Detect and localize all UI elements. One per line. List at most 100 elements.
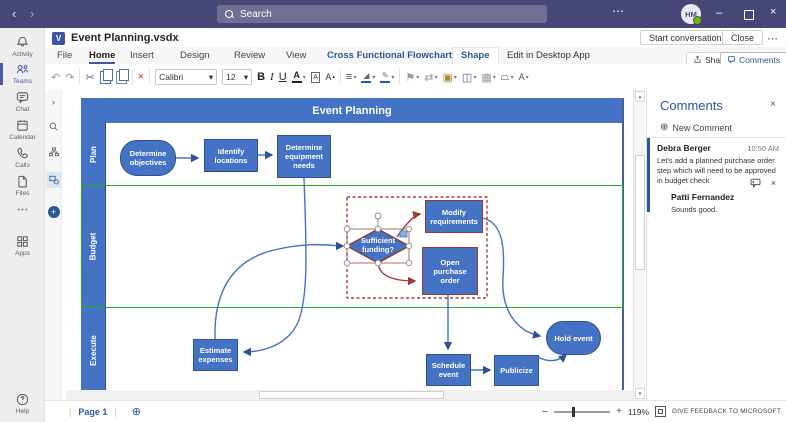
shape-outline-button[interactable]: ⏢▾ [501, 71, 514, 84]
shape-label: Schedule event [428, 361, 469, 379]
redo-button[interactable]: ↷ [65, 71, 74, 84]
position-button[interactable]: ⚑▾ [405, 71, 419, 84]
zoom-in-button[interactable]: + [616, 406, 622, 417]
text-warning-button[interactable]: A▾ [519, 72, 529, 82]
comment-reply[interactable]: Patti Fernandez Sounds good. [671, 192, 779, 215]
comment-author: Debra Berger [657, 143, 711, 153]
shape-estimate-expenses[interactable]: Estimate expenses [193, 339, 238, 371]
font-size-select[interactable]: 12▾ [222, 69, 252, 85]
file-more-options-icon[interactable]: ⋯ [767, 32, 778, 45]
font-name-select[interactable]: Calibri▾ [155, 69, 217, 85]
reply-icon[interactable] [750, 178, 761, 188]
new-comment-button[interactable]: ⊕ New Comment [660, 122, 732, 133]
text-block-button[interactable]: A [311, 72, 321, 83]
undo-button[interactable]: ↶ [51, 71, 60, 84]
tab-shape[interactable]: Shape [452, 47, 499, 64]
teams-sidebar: Activity Teams Chat Calendar Calls Files [0, 28, 45, 422]
zoom-level[interactable]: 119% [628, 407, 649, 417]
start-conversation-button[interactable]: Start conversation [640, 30, 731, 45]
tab-design[interactable]: Design [180, 50, 210, 61]
fit-to-window-icon[interactable] [655, 406, 666, 417]
sidebar-item-activity[interactable]: Activity [0, 33, 45, 60]
bold-button[interactable]: B [257, 71, 265, 83]
avatar[interactable]: HM [681, 4, 701, 24]
vertical-scroll-thumb[interactable] [635, 155, 645, 270]
grow-font-button[interactable]: A▴ [325, 72, 335, 82]
zoom-slider[interactable] [554, 411, 610, 413]
rotate-handle[interactable] [375, 213, 381, 219]
more-options-icon[interactable]: ⋯ [612, 4, 625, 18]
add-shapes-button[interactable]: + [46, 204, 61, 220]
tab-file[interactable]: File [57, 50, 72, 61]
vertical-scrollbar[interactable]: ▴ ▾ [633, 90, 645, 400]
chevron-down-icon: ▾ [454, 74, 457, 81]
shape-publicize[interactable]: Publicize [494, 355, 539, 386]
delete-button[interactable]: × [138, 71, 144, 83]
container-button[interactable]: ◫▾ [462, 71, 476, 84]
tab-review[interactable]: Review [234, 50, 265, 61]
add-page-button[interactable]: ⊕ [132, 405, 141, 418]
nav-back-icon[interactable]: ‹ [12, 6, 16, 21]
close-comments-icon[interactable]: × [770, 99, 776, 110]
sidebar-item-label: Help [16, 408, 29, 415]
change-shape-button[interactable]: ▣▾ [442, 71, 456, 84]
shape-modify-requirements[interactable]: Modify requirements [425, 200, 483, 233]
window-close-button[interactable]: × [770, 7, 776, 18]
scroll-up-icon[interactable]: ▴ [635, 91, 645, 102]
cut-button[interactable]: ✂ [85, 71, 94, 84]
tab-cross-functional-flowchart[interactable]: Cross Functional Flowchart [327, 50, 452, 61]
fill-color-button[interactable]: ◢ ▾ [361, 71, 375, 84]
window-minimize-button[interactable]: – [716, 8, 722, 19]
zoom-out-button[interactable]: − [542, 406, 548, 418]
zoom-slider-thumb[interactable] [572, 407, 575, 417]
shape-identify-locations[interactable]: Identify locations [204, 139, 258, 172]
window-maximize-button[interactable] [744, 10, 754, 20]
sidebar-item-chat[interactable]: Chat [0, 88, 45, 115]
diagram-parts-button[interactable] [46, 144, 61, 160]
edit-in-desktop-app-button[interactable]: Edit in Desktop App [507, 50, 590, 61]
lane-header-budget[interactable]: Budget [81, 185, 106, 308]
paste-button[interactable] [116, 71, 127, 84]
visio-left-rail: › + [45, 90, 62, 400]
sidebar-item-more[interactable] [0, 200, 45, 218]
page-tab[interactable]: Page 1 [78, 407, 107, 417]
italic-button[interactable]: I [270, 71, 274, 83]
horizontal-scrollbar[interactable] [66, 390, 633, 400]
arrange-button[interactable]: ⇄▾ [424, 71, 437, 84]
copy-button[interactable] [100, 71, 111, 84]
font-color-button[interactable]: A ▾ [292, 71, 306, 84]
flowchart-title-shape[interactable]: Event Planning [81, 98, 623, 123]
feedback-link[interactable]: GIVE FEEDBACK TO MICROSOFT [672, 408, 781, 415]
line-color-button[interactable]: ✎ ▾ [380, 71, 394, 84]
lane-header-execute[interactable]: Execute [81, 308, 106, 392]
sidebar-item-files[interactable]: Files [0, 172, 45, 199]
horizontal-scroll-thumb[interactable] [259, 391, 444, 399]
shape-hold-event[interactable]: Hold event [546, 321, 601, 355]
sidebar-item-teams[interactable]: Teams [0, 60, 45, 87]
shape-open-purchase-order[interactable]: Open purchase order [422, 247, 478, 295]
search-input[interactable]: Search [217, 5, 547, 23]
align-text-button[interactable]: ≡▾ [346, 71, 356, 83]
group-button[interactable]: ▦▾ [481, 71, 495, 84]
nav-forward-icon[interactable]: › [30, 6, 34, 21]
shapes-icon [48, 174, 60, 186]
shape-search-button[interactable] [46, 118, 61, 134]
close-file-button[interactable]: Close [722, 30, 763, 45]
shape-determine-equipment-needs[interactable]: Determine equipment needs [277, 135, 331, 178]
sidebar-item-calls[interactable]: Calls [0, 144, 45, 171]
underline-button[interactable]: U [279, 71, 287, 83]
scroll-down-icon[interactable]: ▾ [635, 388, 645, 399]
tab-insert[interactable]: Insert [130, 50, 154, 61]
sidebar-item-help[interactable]: Help [0, 390, 45, 417]
tab-home[interactable]: Home [89, 50, 115, 64]
drawing-canvas[interactable]: Event Planning Plan Budget Execute Deter… [62, 90, 645, 400]
lane-header-plan[interactable]: Plan [81, 123, 106, 185]
tab-view[interactable]: View [286, 50, 306, 61]
delete-comment-icon[interactable]: × [771, 178, 776, 188]
sidebar-item-apps[interactable]: Apps [0, 232, 45, 259]
sidebar-item-calendar[interactable]: Calendar [0, 116, 45, 143]
shape-determine-objectives[interactable]: Determine objectives [120, 140, 176, 176]
shapes-stencil-button[interactable] [46, 172, 61, 188]
shape-schedule-event[interactable]: Schedule event [426, 354, 471, 386]
expand-panel-chevron[interactable]: › [46, 94, 61, 110]
